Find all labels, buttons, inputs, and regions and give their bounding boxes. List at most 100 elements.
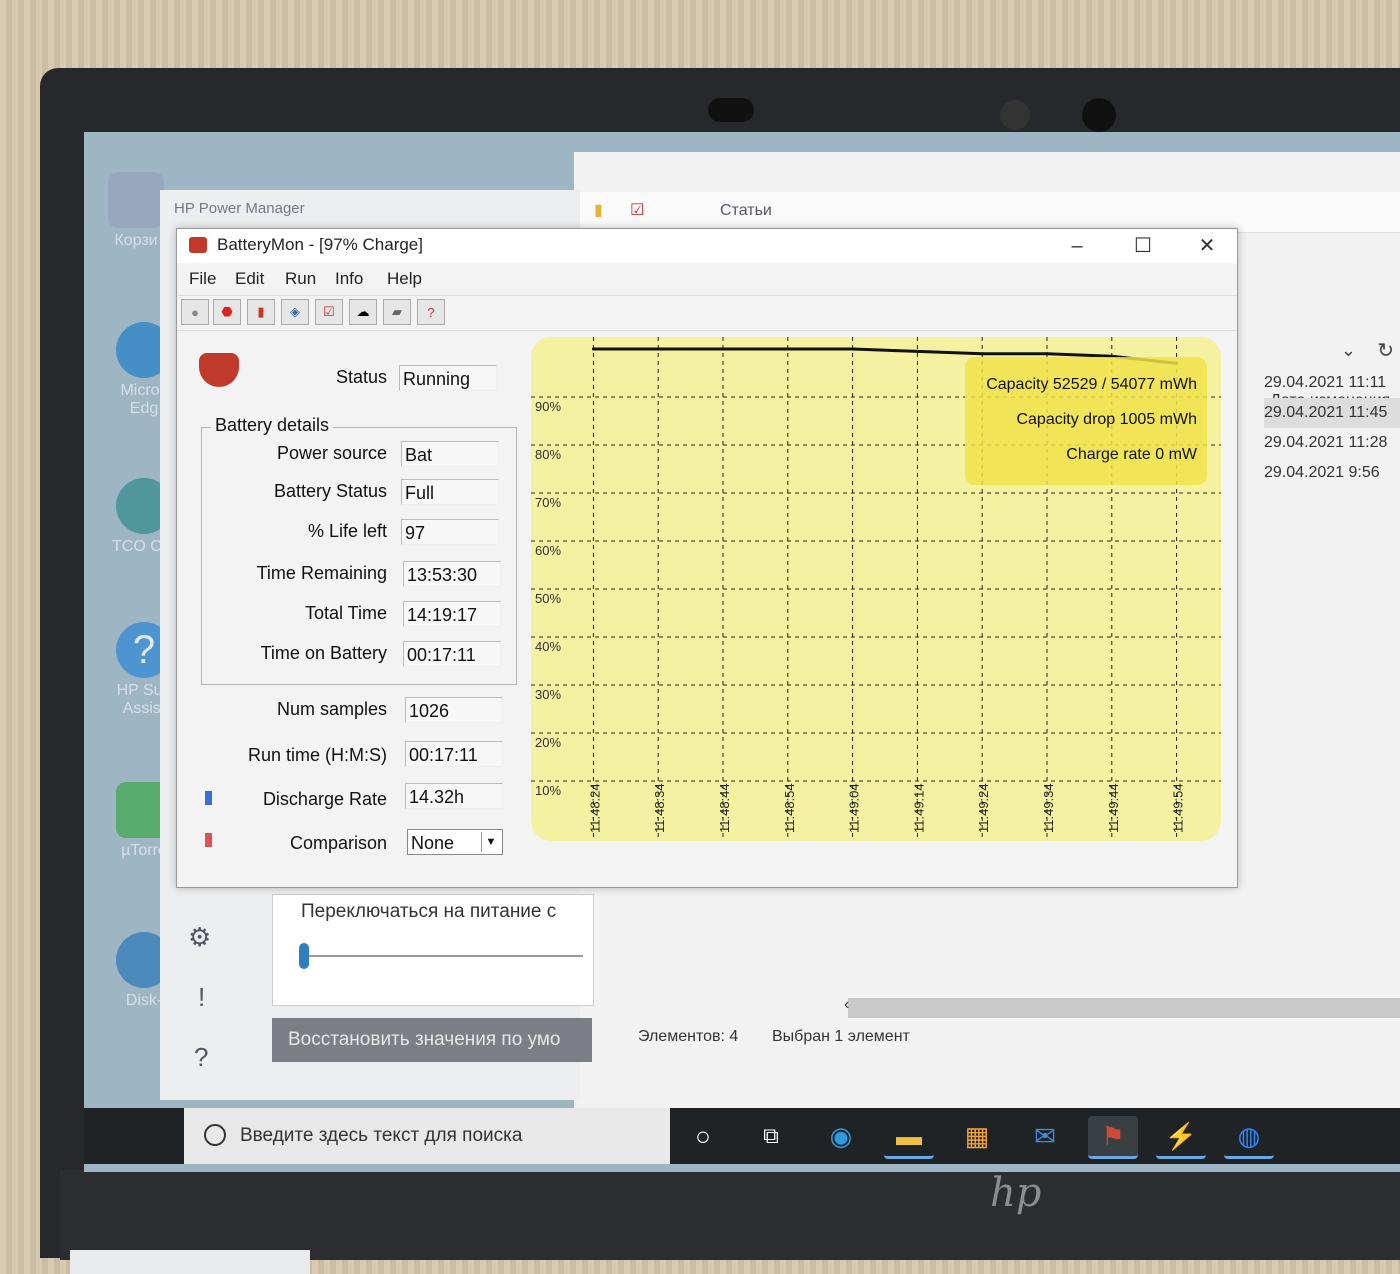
desktop-icon-label: Disk- bbox=[125, 992, 163, 1009]
stop-icon[interactable]: ⬣ bbox=[213, 299, 241, 325]
run-time-label: Run time (H:M:S) bbox=[247, 745, 387, 765]
search-icon bbox=[204, 1124, 226, 1146]
x-tick-label: 11:48:34 bbox=[652, 783, 667, 833]
start-icon[interactable]: ● bbox=[181, 299, 209, 325]
y-tick-label: 50% bbox=[535, 591, 561, 606]
date-cell[interactable]: 29.04.2021 11:45 bbox=[1264, 398, 1400, 428]
x-tick-label: 11:48:54 bbox=[782, 783, 797, 833]
power-manager-taskbar-icon[interactable]: ⚡ bbox=[1156, 1116, 1206, 1159]
run-time-value: 00:17:11 bbox=[405, 741, 503, 767]
explorer-status-bar: Элементов: 4 Выбран 1 элемент bbox=[618, 1022, 1400, 1052]
y-tick-label: 40% bbox=[535, 639, 561, 654]
menu-run[interactable]: Run bbox=[285, 269, 316, 289]
close-icon[interactable]: ✕ bbox=[1187, 233, 1227, 259]
disk-taskbar-icon[interactable]: ◍ bbox=[1224, 1116, 1274, 1159]
battery-status-value: Full bbox=[401, 479, 499, 505]
checkbox-icon[interactable]: ☑ bbox=[630, 200, 644, 220]
ir-sensor bbox=[1082, 98, 1116, 132]
life-left-label: % Life left bbox=[307, 521, 387, 541]
time-remaining-label: Time Remaining bbox=[256, 563, 387, 583]
battery-chart-svg: 90% 80% 70% 60% 50% 40% 30% 20% 10% 11:48:24 11:48… bbox=[531, 337, 1221, 841]
total-time-label: Total Time bbox=[304, 603, 387, 623]
charge-point bbox=[786, 347, 790, 351]
power-slider-track[interactable] bbox=[303, 955, 583, 957]
folder-icon: ▮ bbox=[594, 202, 603, 219]
database-icon[interactable]: ◈ bbox=[281, 299, 309, 325]
chevron-down-icon[interactable]: ▼ bbox=[481, 832, 500, 852]
switch-power-panel: Переключаться на питание с bbox=[272, 894, 594, 1006]
menu-file[interactable]: File bbox=[189, 269, 216, 289]
time-remaining-value: 13:53:30 bbox=[403, 561, 501, 587]
task-view-icon[interactable]: ⧉ bbox=[746, 1116, 796, 1156]
batterymon-titlebar[interactable]: BatteryMon - [97% Charge] – ☐ ✕ bbox=[177, 229, 1237, 263]
batterymon-taskbar-icon[interactable]: ⚑ bbox=[1088, 1116, 1138, 1159]
batterymon-window: BatteryMon - [97% Charge] – ☐ ✕ File Edi… bbox=[176, 228, 1238, 888]
battery-chart: 90% 80% 70% 60% 50% 40% 30% 20% 10% 11:48:24 11:48… bbox=[531, 337, 1221, 841]
x-tick-label: 11:49:44 bbox=[1106, 783, 1121, 833]
y-tick-label: 60% bbox=[535, 543, 561, 558]
cortana-icon[interactable]: ○ bbox=[678, 1116, 728, 1156]
battery-info-icon[interactable]: ▮ bbox=[247, 299, 275, 325]
switch-power-label: Переключаться на питание с bbox=[301, 901, 557, 922]
explorer-toolbar-label[interactable]: Статьи bbox=[720, 202, 772, 220]
discharge-rate-label: Discharge Rate bbox=[262, 789, 387, 809]
cloud-icon[interactable]: ☁ bbox=[349, 299, 377, 325]
y-tick-label: 70% bbox=[535, 495, 561, 510]
scroll-left-icon[interactable]: ‹ bbox=[844, 996, 849, 1014]
question-icon[interactable]: ? bbox=[188, 1042, 228, 1102]
life-left-value: 97 bbox=[401, 519, 499, 545]
file-explorer-icon[interactable]: ▬ bbox=[884, 1116, 934, 1159]
laptop-chin bbox=[60, 1170, 1400, 1260]
y-tick-label: 10% bbox=[535, 783, 561, 798]
discharge-rate-value: 14.32h bbox=[405, 783, 503, 809]
menu-edit[interactable]: Edit bbox=[235, 269, 264, 289]
charge-point bbox=[1045, 352, 1049, 356]
items-count: Элементов: 4 bbox=[638, 1028, 739, 1045]
menu-info[interactable]: Info bbox=[335, 269, 363, 289]
x-tick-label: 11:49:34 bbox=[1041, 783, 1056, 833]
status-value: Running bbox=[399, 365, 497, 391]
store-icon[interactable]: ▦ bbox=[952, 1116, 1002, 1156]
menu-help[interactable]: Help bbox=[387, 269, 422, 289]
x-tick-label: 11:49:14 bbox=[911, 783, 926, 833]
chart-annotation: Capacity drop 1005 mWh bbox=[1016, 411, 1197, 428]
explorer-toolbar: ▮ ☑ Статьи bbox=[574, 192, 1400, 233]
y-tick-label: 20% bbox=[535, 735, 561, 750]
x-tick-label: 11:49:04 bbox=[847, 783, 862, 833]
date-cell[interactable]: 29.04.2021 11:28 bbox=[1264, 428, 1400, 458]
taskbar: Введите здесь текст для поиска ○ ⧉ ◉ ▬ ▦… bbox=[84, 1108, 1400, 1164]
gear-icon[interactable]: ⚙ bbox=[188, 922, 228, 982]
chart-annotation: Charge rate 0 mW bbox=[1066, 446, 1198, 463]
comparison-select[interactable]: None ▼ bbox=[407, 829, 503, 855]
hp-side-icons: ⚙ ! ? bbox=[188, 922, 228, 1102]
maximize-icon[interactable]: ☐ bbox=[1123, 233, 1163, 259]
screen: Корзи Micros Edg TCO Cer ? HP Sup Assist… bbox=[84, 132, 1400, 1172]
alert-icon[interactable]: ! bbox=[188, 982, 228, 1042]
boot-icon[interactable]: ▰ bbox=[383, 299, 411, 325]
batterymon-app-icon bbox=[189, 237, 207, 253]
date-cell[interactable]: 29.04.2021 9:56 bbox=[1264, 458, 1400, 488]
mail-icon[interactable]: ✉ bbox=[1020, 1116, 1070, 1156]
refresh-icon[interactable]: ↻ bbox=[1377, 338, 1394, 363]
taskbar-search-box[interactable]: Введите здесь текст для поиска bbox=[184, 1108, 670, 1164]
restore-defaults-button[interactable]: Восстановить значения по умо bbox=[272, 1018, 592, 1062]
comparison-label: Comparison bbox=[289, 833, 387, 853]
horizontal-scrollbar[interactable]: ‹ bbox=[844, 996, 1400, 1018]
minimize-icon[interactable]: – bbox=[1057, 233, 1097, 259]
edge-taskbar-icon[interactable]: ◉ bbox=[816, 1116, 866, 1156]
time-on-battery-value: 00:17:11 bbox=[403, 641, 501, 667]
chart-annotation: Capacity 52529 / 54077 mWh bbox=[986, 376, 1197, 393]
charge-point bbox=[915, 349, 919, 353]
chevron-down-icon[interactable]: ⌄ bbox=[1341, 340, 1356, 361]
x-tick-label: 11:49:24 bbox=[976, 783, 991, 833]
power-source-label: Power source bbox=[276, 443, 387, 463]
date-cell[interactable]: 29.04.2021 11:11 bbox=[1264, 368, 1400, 398]
checklist-icon[interactable]: ☑ bbox=[315, 299, 343, 325]
hp-logo-icon: hp bbox=[990, 1170, 1042, 1216]
taskbar-search-placeholder: Введите здесь текст для поиска bbox=[240, 1125, 523, 1146]
window-title: BatteryMon - [97% Charge] bbox=[217, 235, 423, 254]
power-slider-thumb[interactable] bbox=[299, 943, 309, 969]
x-tick-label: 11:48:24 bbox=[587, 783, 602, 833]
help-icon[interactable]: ? bbox=[417, 299, 445, 325]
charge-point bbox=[851, 347, 855, 351]
